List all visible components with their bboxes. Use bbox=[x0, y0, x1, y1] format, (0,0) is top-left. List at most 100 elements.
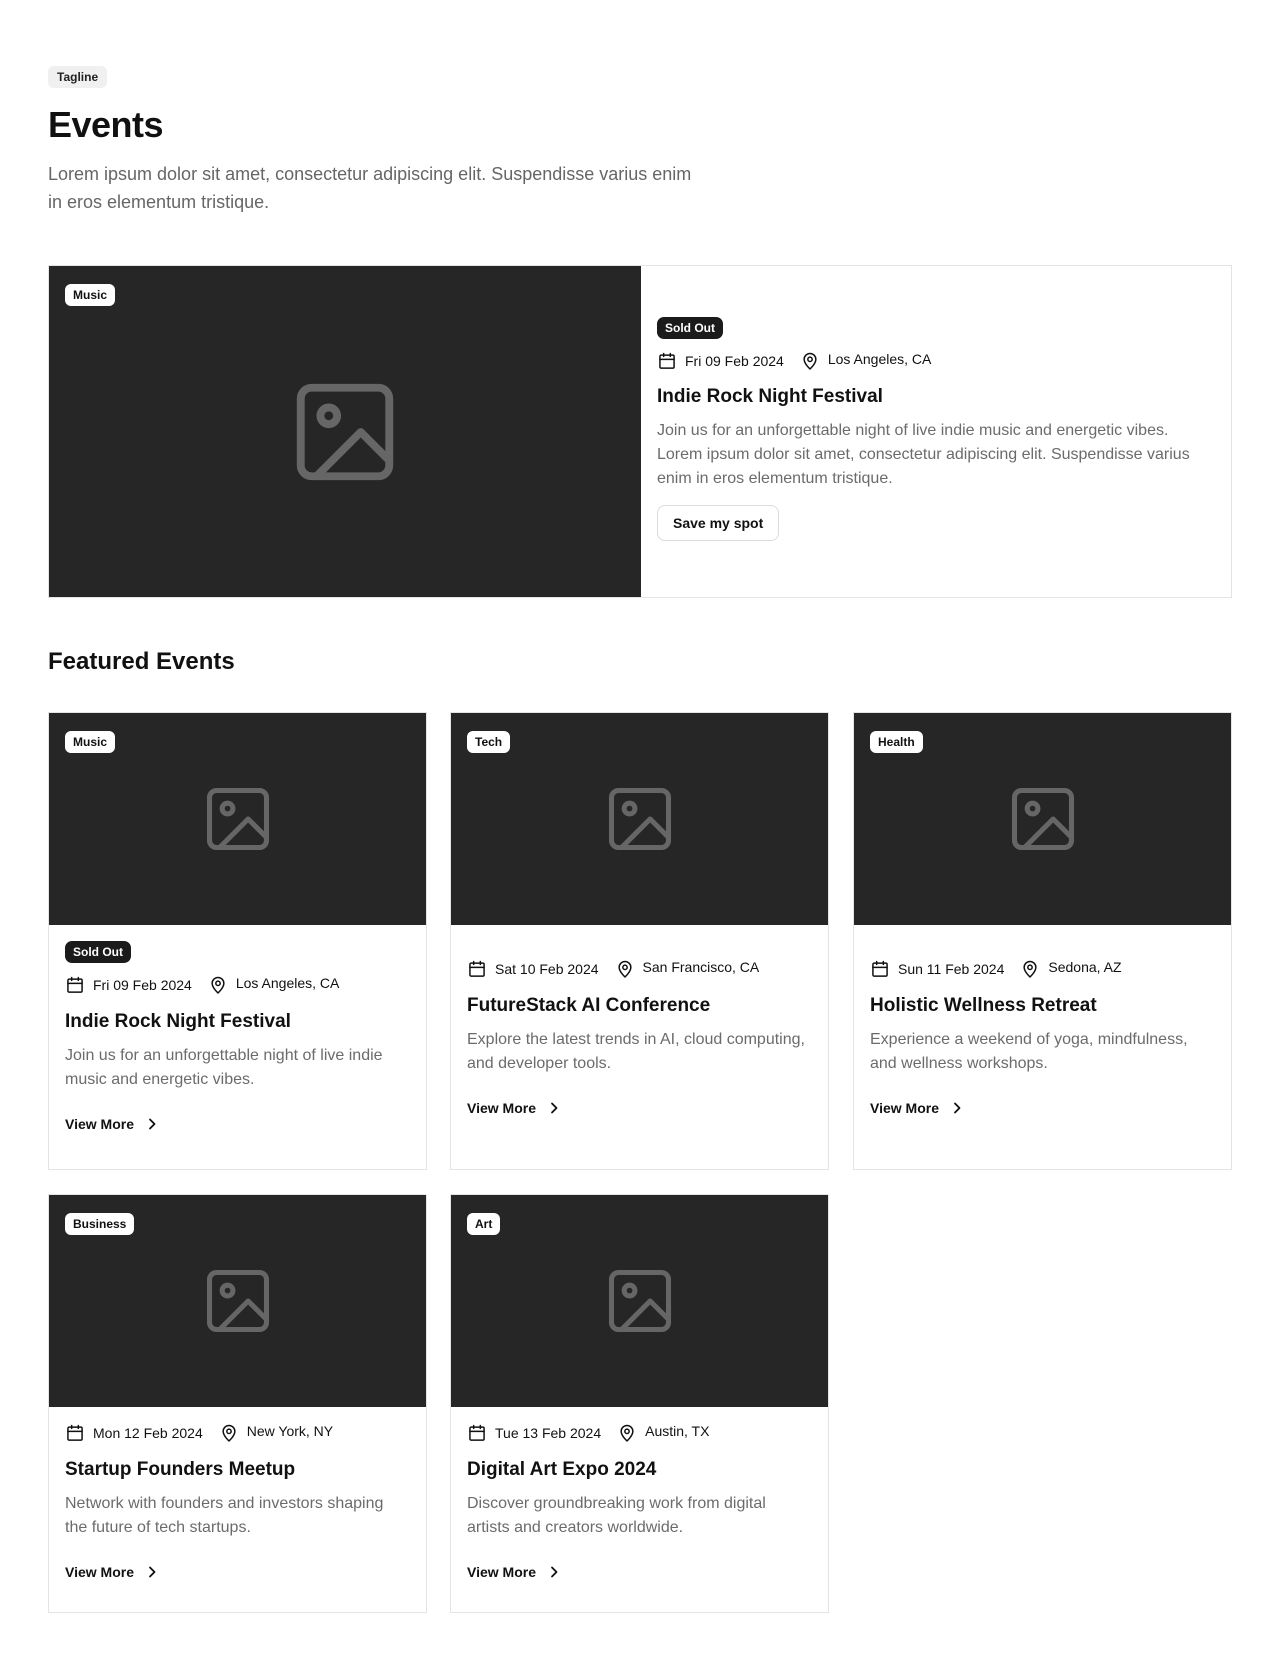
chevron-right-icon bbox=[149, 1118, 156, 1130]
map-pin-icon bbox=[617, 960, 632, 978]
chevron-right-icon bbox=[551, 1102, 558, 1114]
event-card-image: Health bbox=[854, 713, 1231, 925]
calendar-icon bbox=[67, 1424, 83, 1441]
image-placeholder-icon bbox=[296, 383, 394, 481]
event-card[interactable]: Art Tue 13 Feb 2024 Austin, TX Digital A… bbox=[450, 1194, 829, 1613]
event-meta: Sat 10 Feb 2024 San Francisco, CA bbox=[467, 959, 812, 979]
map-pin-icon bbox=[620, 1424, 634, 1442]
event-title[interactable]: Indie Rock Night Festival bbox=[657, 384, 1215, 410]
event-card-image: Art bbox=[451, 1195, 828, 1407]
event-location-text: Los Angeles, CA bbox=[827, 351, 932, 367]
calendar-icon bbox=[469, 960, 485, 977]
event-title[interactable]: Digital Art Expo 2024 bbox=[467, 1457, 812, 1483]
category-badge: Tech bbox=[467, 731, 511, 753]
view-more-link[interactable]: View More bbox=[65, 1112, 410, 1136]
chevron-right-icon bbox=[954, 1102, 961, 1114]
event-card-image: Music bbox=[49, 713, 426, 925]
map-pin-icon bbox=[1023, 960, 1037, 978]
event-description: Network with founders and investors shap… bbox=[65, 1495, 384, 1536]
event-location-text: Austin, TX bbox=[645, 1423, 710, 1439]
event-description: Discover groundbreaking work from digita… bbox=[467, 1495, 766, 1536]
event-description: Join us for an unforgettable night of li… bbox=[657, 422, 1190, 487]
view-more-label: View More bbox=[65, 1116, 134, 1132]
page-title: Events bbox=[48, 104, 164, 145]
event-location: Los Angeles, CA bbox=[208, 975, 340, 995]
view-more-label: View More bbox=[870, 1100, 939, 1116]
category-badge: Art bbox=[467, 1213, 501, 1235]
status-badge: Sold Out bbox=[65, 941, 131, 963]
event-card[interactable]: Tech Sat 10 Feb 2024 San Francisco, CA F… bbox=[450, 712, 829, 1170]
event-title[interactable]: Startup Founders Meetup bbox=[65, 1457, 410, 1483]
event-date: Sun 11 Feb 2024 bbox=[870, 959, 1004, 979]
category-badge: Music bbox=[65, 731, 116, 753]
status-badge: Sold Out bbox=[657, 317, 723, 339]
event-location: San Francisco, CA bbox=[615, 959, 760, 979]
event-location: Sedona, AZ bbox=[1020, 959, 1122, 979]
view-more-label: View More bbox=[467, 1100, 536, 1116]
featured-events-title: Featured Events bbox=[48, 648, 235, 675]
event-meta: Tue 13 Feb 2024 Austin, TX bbox=[467, 1423, 812, 1443]
event-location: New York, NY bbox=[219, 1423, 333, 1443]
event-card[interactable]: Health Sun 11 Feb 2024 Sedona, AZ Holist… bbox=[853, 712, 1232, 1170]
event-card[interactable]: Business Mon 12 Feb 2024 New York, NY St… bbox=[48, 1194, 427, 1613]
view-more-link[interactable]: View More bbox=[467, 1560, 812, 1584]
event-meta: Fri 09 Feb 2024 Los Angeles, CA bbox=[65, 975, 410, 995]
view-more-link[interactable]: View More bbox=[870, 1096, 1215, 1120]
chevron-right-icon bbox=[551, 1566, 558, 1578]
event-meta: Fri 09 Feb 2024 Los Angeles, CA bbox=[657, 351, 1215, 371]
event-card-content: Sun 11 Feb 2024 Sedona, AZ Holistic Well… bbox=[854, 925, 1231, 1120]
event-location-text: Los Angeles, CA bbox=[235, 975, 340, 991]
hero-event-content: Sold Out Fri 09 Feb 2024 Los Angeles, CA bbox=[641, 266, 1231, 597]
event-title[interactable]: Holistic Wellness Retreat bbox=[870, 993, 1215, 1019]
calendar-icon bbox=[872, 960, 888, 977]
map-pin-icon bbox=[211, 976, 225, 994]
view-more-label: View More bbox=[467, 1564, 536, 1580]
event-date-text: Mon 12 Feb 2024 bbox=[93, 1425, 203, 1441]
event-title[interactable]: FutureStack AI Conference bbox=[467, 993, 812, 1019]
event-location-text: Sedona, AZ bbox=[1048, 959, 1122, 975]
view-more-link[interactable]: View More bbox=[467, 1096, 812, 1120]
calendar-icon bbox=[469, 1424, 485, 1441]
image-placeholder-icon bbox=[1011, 787, 1075, 851]
event-card-content: Sold Out Fri 09 Feb 2024 Los Angeles, CA bbox=[49, 925, 426, 1136]
event-title[interactable]: Indie Rock Night Festival bbox=[65, 1009, 410, 1035]
event-card-image: Tech bbox=[451, 713, 828, 925]
event-location: Los Angeles, CA bbox=[800, 351, 932, 371]
event-card-content: Mon 12 Feb 2024 New York, NY Startup Fou… bbox=[49, 1407, 426, 1584]
image-placeholder-icon bbox=[608, 1269, 672, 1333]
map-pin-icon bbox=[222, 1424, 236, 1442]
map-pin-icon bbox=[803, 352, 817, 370]
event-card-content: Sat 10 Feb 2024 San Francisco, CA Future… bbox=[451, 925, 828, 1120]
event-date: Fri 09 Feb 2024 bbox=[657, 351, 784, 371]
event-description: Join us for an unforgettable night of li… bbox=[65, 1047, 383, 1088]
event-description: Explore the latest trends in AI, cloud c… bbox=[467, 1031, 805, 1072]
event-meta: Sun 11 Feb 2024 Sedona, AZ bbox=[870, 959, 1215, 979]
hero-event-card[interactable]: Music Sold Out Fri 09 Feb 2024 Los Angel… bbox=[48, 265, 1232, 598]
event-date: Sat 10 Feb 2024 bbox=[467, 959, 599, 979]
event-location-text: New York, NY bbox=[246, 1423, 334, 1439]
event-date: Mon 12 Feb 2024 bbox=[65, 1423, 203, 1443]
page-description: Lorem ipsum dolor sit amet, consectetur … bbox=[48, 164, 692, 212]
tagline-badge: Tagline bbox=[48, 66, 108, 88]
event-date: Tue 13 Feb 2024 bbox=[467, 1423, 601, 1443]
event-date-text: Sat 10 Feb 2024 bbox=[495, 961, 599, 977]
event-description: Experience a weekend of yoga, mindfulnes… bbox=[870, 1031, 1188, 1072]
event-card[interactable]: Music Sold Out Fri 09 Feb 2024 Los Angel… bbox=[48, 712, 427, 1170]
image-placeholder-icon bbox=[608, 787, 672, 851]
event-date-text: Sun 11 Feb 2024 bbox=[898, 961, 1005, 977]
event-date: Fri 09 Feb 2024 bbox=[65, 975, 192, 995]
view-more-label: View More bbox=[65, 1564, 134, 1580]
event-date-text: Fri 09 Feb 2024 bbox=[685, 353, 784, 369]
category-badge: Health bbox=[870, 731, 923, 753]
calendar-icon bbox=[659, 352, 675, 369]
save-my-spot-button[interactable]: Save my spot bbox=[657, 505, 780, 541]
event-card-content: Tue 13 Feb 2024 Austin, TX Digital Art E… bbox=[451, 1407, 828, 1584]
view-more-link[interactable]: View More bbox=[65, 1560, 410, 1584]
event-date-text: Tue 13 Feb 2024 bbox=[495, 1425, 602, 1441]
category-badge: Music bbox=[65, 284, 116, 306]
chevron-right-icon bbox=[149, 1566, 156, 1578]
event-location-text: San Francisco, CA bbox=[642, 959, 760, 975]
image-placeholder-icon bbox=[206, 1269, 270, 1333]
event-date-text: Fri 09 Feb 2024 bbox=[93, 977, 192, 993]
calendar-icon bbox=[67, 976, 83, 993]
